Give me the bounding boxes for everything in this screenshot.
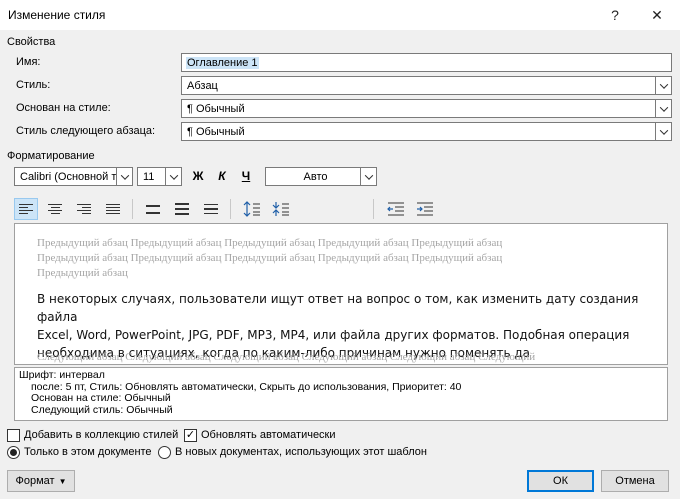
justify-icon — [106, 204, 120, 214]
cancel-button[interactable]: Отмена — [601, 470, 669, 492]
chevron-down-icon — [165, 168, 181, 185]
add-to-gallery-checkbox[interactable] — [7, 429, 20, 442]
font-color-dropdown[interactable]: Авто — [265, 167, 377, 186]
chevron-down-icon — [655, 77, 671, 94]
based-on-value: ¶ Обычный — [187, 102, 245, 115]
style-type-label: Стиль: — [16, 79, 51, 91]
auto-update-label[interactable]: Обновлять автоматически — [201, 429, 336, 441]
chevron-down-icon — [655, 100, 671, 117]
close-button[interactable]: ✕ — [634, 0, 680, 30]
new-documents-radio[interactable] — [158, 446, 171, 459]
space-before-increase-icon — [243, 201, 260, 217]
one-half-spacing-icon — [175, 203, 189, 215]
font-size-value: 11 — [143, 170, 155, 183]
font-color-value: Авто — [303, 170, 328, 183]
next-style-value: ¶ Обычный — [187, 125, 245, 138]
radio-selected-dot — [10, 449, 17, 456]
style-preview: Предыдущий абзац Предыдущий абзац Предыд… — [14, 223, 668, 365]
only-this-document-radio[interactable] — [7, 446, 20, 459]
add-to-gallery-label[interactable]: Добавить в коллекцию стилей — [24, 429, 178, 441]
italic-button[interactable]: К — [212, 166, 232, 186]
previous-paragraph-text: Предыдущий абзац Предыдущий абзац Предыд… — [37, 237, 503, 249]
name-value: Оглавление 1 — [186, 56, 259, 69]
help-button[interactable]: ? — [592, 0, 638, 30]
name-label: Имя: — [16, 56, 41, 68]
decrease-indent-button[interactable] — [384, 198, 408, 220]
dropdown-arrow-icon: ▼ — [58, 476, 67, 486]
increase-indent-button[interactable] — [413, 198, 437, 220]
decrease-indent-icon — [387, 202, 404, 216]
align-left-icon — [19, 204, 33, 214]
underline-button[interactable]: Ч — [236, 166, 256, 186]
font-dropdown[interactable]: Calibri (Основной текст) — [14, 167, 133, 186]
chevron-down-icon — [655, 123, 671, 140]
description-line: Шрифт: интервал — [19, 369, 105, 381]
next-style-dropdown[interactable]: ¶ Обычный — [181, 122, 672, 141]
font-value: Calibri (Основной текст) — [20, 170, 116, 183]
font-size-dropdown[interactable]: 11 — [137, 167, 182, 186]
bold-button[interactable]: Ж — [188, 166, 208, 186]
increase-space-before-button[interactable] — [240, 198, 264, 220]
only-this-document-label[interactable]: Только в этом документе — [24, 446, 152, 458]
toolbar-divider — [230, 199, 231, 219]
based-on-label: Основан на стиле: — [16, 102, 111, 114]
chevron-down-icon — [116, 168, 132, 185]
based-on-dropdown[interactable]: ¶ Обычный — [181, 99, 672, 118]
align-center-button[interactable] — [43, 198, 67, 220]
next-paragraph-text: Следующий абзац Следующий абзац Следующи… — [37, 351, 536, 363]
style-type-dropdown[interactable]: Абзац — [181, 76, 672, 95]
format-menu-button[interactable]: Формат ▼ — [7, 470, 75, 492]
properties-section-label: Свойства — [7, 36, 56, 48]
decrease-space-before-button[interactable] — [269, 198, 293, 220]
previous-paragraph-text: Предыдущий абзац — [37, 267, 128, 279]
align-center-icon — [48, 204, 62, 214]
auto-update-checkbox[interactable]: ✓ — [184, 429, 197, 442]
toolbar-divider — [373, 199, 374, 219]
space-before-decrease-icon — [272, 202, 289, 216]
chevron-down-icon — [360, 168, 376, 185]
one-half-spacing-button[interactable] — [170, 198, 194, 220]
sample-line: В некоторых случаях, пользователи ищут о… — [37, 292, 639, 324]
description-line: Следующий стиль: Обычный — [31, 403, 173, 416]
previous-paragraph-text: Предыдущий абзац Предыдущий абзац Предыд… — [37, 252, 503, 264]
single-spacing-icon — [146, 204, 160, 214]
next-style-label: Стиль следующего абзаца: — [16, 125, 156, 137]
align-left-button[interactable] — [14, 198, 38, 220]
formatting-section-label: Форматирование — [7, 150, 95, 162]
toolbar-divider — [132, 199, 133, 219]
style-type-value: Абзац — [187, 79, 218, 92]
name-field[interactable]: Оглавление 1 — [181, 53, 672, 72]
sample-line: Excel, Word, PowerPoint, JPG, PDF, MP3, … — [37, 328, 630, 342]
double-spacing-button[interactable] — [199, 198, 223, 220]
justify-button[interactable] — [101, 198, 125, 220]
double-spacing-icon — [204, 203, 218, 215]
window-title: Изменение стиля — [8, 8, 106, 22]
format-button-label: Формат — [15, 475, 55, 487]
align-right-icon — [77, 204, 91, 214]
increase-indent-icon — [417, 202, 433, 216]
single-spacing-button[interactable] — [141, 198, 165, 220]
style-description: Шрифт: интервал после: 5 пт, Стиль: Обно… — [14, 367, 668, 421]
new-documents-label[interactable]: В новых документах, использующих этот ша… — [175, 446, 427, 458]
ok-button[interactable]: ОК — [527, 470, 594, 492]
checkmark-icon: ✓ — [185, 429, 196, 441]
align-right-button[interactable] — [72, 198, 96, 220]
description-line: Основан на стиле: Обычный — [31, 392, 171, 404]
